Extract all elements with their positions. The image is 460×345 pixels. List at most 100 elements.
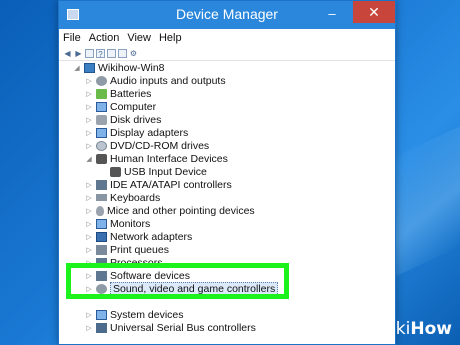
tree-item-batteries[interactable]: ▷ Batteries [85, 87, 151, 100]
menu-bar: File Action View Help [59, 30, 395, 46]
expand-chevron-icon[interactable]: ▷ [85, 272, 93, 280]
tree-item-display-adapters[interactable]: ▷ Display adapters [85, 126, 188, 139]
expand-chevron-icon[interactable]: ▷ [85, 142, 93, 150]
monitor-icon [96, 127, 107, 138]
device-tree: ◢ Wikihow-Win8 ▷ Audio inputs and output… [59, 61, 395, 344]
collapse-chevron-icon[interactable]: ◢ [73, 64, 81, 72]
battery-icon [96, 88, 107, 99]
tree-item-label: USB Input Device [124, 165, 207, 178]
expand-chevron-icon[interactable]: ▷ [85, 285, 93, 293]
help-icon[interactable]: ? [96, 48, 105, 59]
tree-item-usb-input[interactable]: USB Input Device [99, 165, 207, 178]
expand-chevron-icon[interactable]: ▷ [85, 207, 93, 215]
menu-help[interactable]: Help [159, 32, 182, 44]
tree-item-dvd[interactable]: ▷ DVD/CD-ROM drives [85, 139, 209, 152]
expand-chevron-icon[interactable]: ▷ [85, 90, 93, 98]
menu-action[interactable]: Action [89, 32, 120, 44]
hid-icon [96, 153, 107, 164]
watermark-suffix: How [410, 319, 452, 339]
mouse-icon [96, 205, 104, 216]
tree-item-ide[interactable]: ▷ IDE ATA/ATAPI controllers [85, 178, 232, 191]
properties-icon[interactable] [85, 48, 94, 58]
menu-view[interactable]: View [127, 32, 151, 44]
tree-item-print-queues[interactable]: ▷ Print queues [85, 243, 169, 256]
tree-item-label: Disk drives [110, 113, 162, 126]
tree-item-usb-controllers[interactable]: ▷ Universal Serial Bus controllers [85, 321, 256, 334]
expand-chevron-icon[interactable]: ▷ [85, 77, 93, 85]
close-button[interactable]: ✕ [353, 1, 395, 23]
watermark-brand: wiki [377, 319, 411, 339]
tree-item-label: Universal Serial Bus controllers [110, 321, 256, 334]
device-manager-window: Device Manager – ✕ File Action View Help… [58, 0, 396, 345]
tree-item-label: DVD/CD-ROM drives [110, 139, 210, 152]
tree-item-label: Computer [110, 100, 157, 113]
tree-item-monitors[interactable]: ▷ Monitors [85, 217, 150, 230]
tree-item-system-devices[interactable]: ▷ System devices [85, 308, 184, 321]
disk-icon [96, 114, 107, 125]
tree-item-sound-video-game[interactable]: ▷ Sound, video and game controllers [85, 281, 279, 296]
toolbar: ◀ ▶ ? ⚙ [59, 46, 395, 61]
title-bar[interactable]: Device Manager – ✕ [59, 1, 395, 29]
tree-item-label: Display adapters [110, 126, 189, 139]
tree-item-label: Monitors [110, 217, 151, 230]
expand-chevron-icon[interactable]: ▷ [85, 116, 93, 124]
cd-icon [96, 140, 107, 151]
expand-chevron-icon[interactable]: ▷ [85, 246, 93, 254]
forward-icon[interactable]: ▶ [74, 49, 83, 58]
expand-chevron-icon[interactable]: ▷ [85, 259, 93, 267]
expand-chevron-icon[interactable]: ▷ [85, 233, 93, 241]
monitor-icon[interactable] [118, 48, 127, 58]
expand-chevron-icon[interactable]: ▷ [85, 129, 93, 137]
wikihow-watermark: wikiHow [377, 319, 452, 339]
tree-item-keyboards[interactable]: ▷ Keyboards [85, 191, 160, 204]
tree-item-label: Keyboards [110, 191, 161, 204]
computer-icon [96, 101, 107, 112]
monitor-icon [96, 218, 107, 229]
speaker-icon [96, 75, 107, 86]
usb-icon [96, 322, 107, 333]
tree-item-processors[interactable]: ▷ Processors [85, 256, 163, 269]
back-icon[interactable]: ◀ [63, 49, 72, 58]
expand-chevron-icon[interactable]: ▷ [85, 220, 93, 228]
tree-item-label: Software devices [110, 269, 190, 282]
expand-chevron-icon[interactable]: ▷ [85, 311, 93, 319]
tree-item-software-devices[interactable]: ▷ Software devices [85, 269, 190, 282]
hid-icon [110, 166, 121, 177]
tree-item-label: Audio inputs and outputs [110, 74, 226, 87]
monitor-icon [96, 309, 107, 320]
keyboard-icon [96, 194, 107, 201]
chip-icon [96, 257, 107, 268]
chip-icon [96, 270, 107, 281]
speaker-icon [96, 283, 107, 294]
update-driver-icon[interactable]: ⚙ [129, 49, 138, 58]
minimize-button[interactable]: – [321, 5, 343, 23]
tree-root[interactable]: ◢ Wikihow-Win8 [73, 61, 165, 74]
tree-item-label-selected: Sound, video and game controllers [110, 281, 279, 296]
expand-chevron-icon[interactable]: ▷ [85, 194, 93, 202]
chip-icon [96, 179, 107, 190]
expand-chevron-icon[interactable]: ▷ [85, 181, 93, 189]
tree-item-label: Network adapters [110, 230, 193, 243]
tree-item-label: IDE ATA/ATAPI controllers [110, 178, 232, 191]
tree-item-label: Print queues [110, 243, 169, 256]
collapse-chevron-icon[interactable]: ◢ [85, 155, 93, 163]
printer-icon [96, 244, 107, 255]
tree-root-label: Wikihow-Win8 [98, 61, 165, 74]
network-icon [96, 231, 107, 242]
tree-item-label: Processors [110, 256, 163, 269]
tree-item-computer[interactable]: ▷ Computer [85, 100, 156, 113]
scan-icon[interactable] [107, 48, 116, 58]
tree-item-network[interactable]: ▷ Network adapters [85, 230, 192, 243]
expand-chevron-icon[interactable]: ▷ [85, 324, 93, 332]
tree-item-label: System devices [110, 308, 184, 321]
window-title: Device Manager [176, 6, 278, 22]
tree-item-audio[interactable]: ▷ Audio inputs and outputs [85, 74, 226, 87]
tree-item-hid[interactable]: ◢ Human Interface Devices [85, 152, 228, 165]
tree-item-label: Mice and other pointing devices [107, 204, 255, 217]
tree-item-mice[interactable]: ▷ Mice and other pointing devices [85, 204, 255, 217]
computer-icon [84, 62, 95, 73]
expand-chevron-icon[interactable]: ▷ [85, 103, 93, 111]
tree-item-label: Batteries [110, 87, 152, 100]
menu-file[interactable]: File [63, 32, 81, 44]
tree-item-disk-drives[interactable]: ▷ Disk drives [85, 113, 161, 126]
